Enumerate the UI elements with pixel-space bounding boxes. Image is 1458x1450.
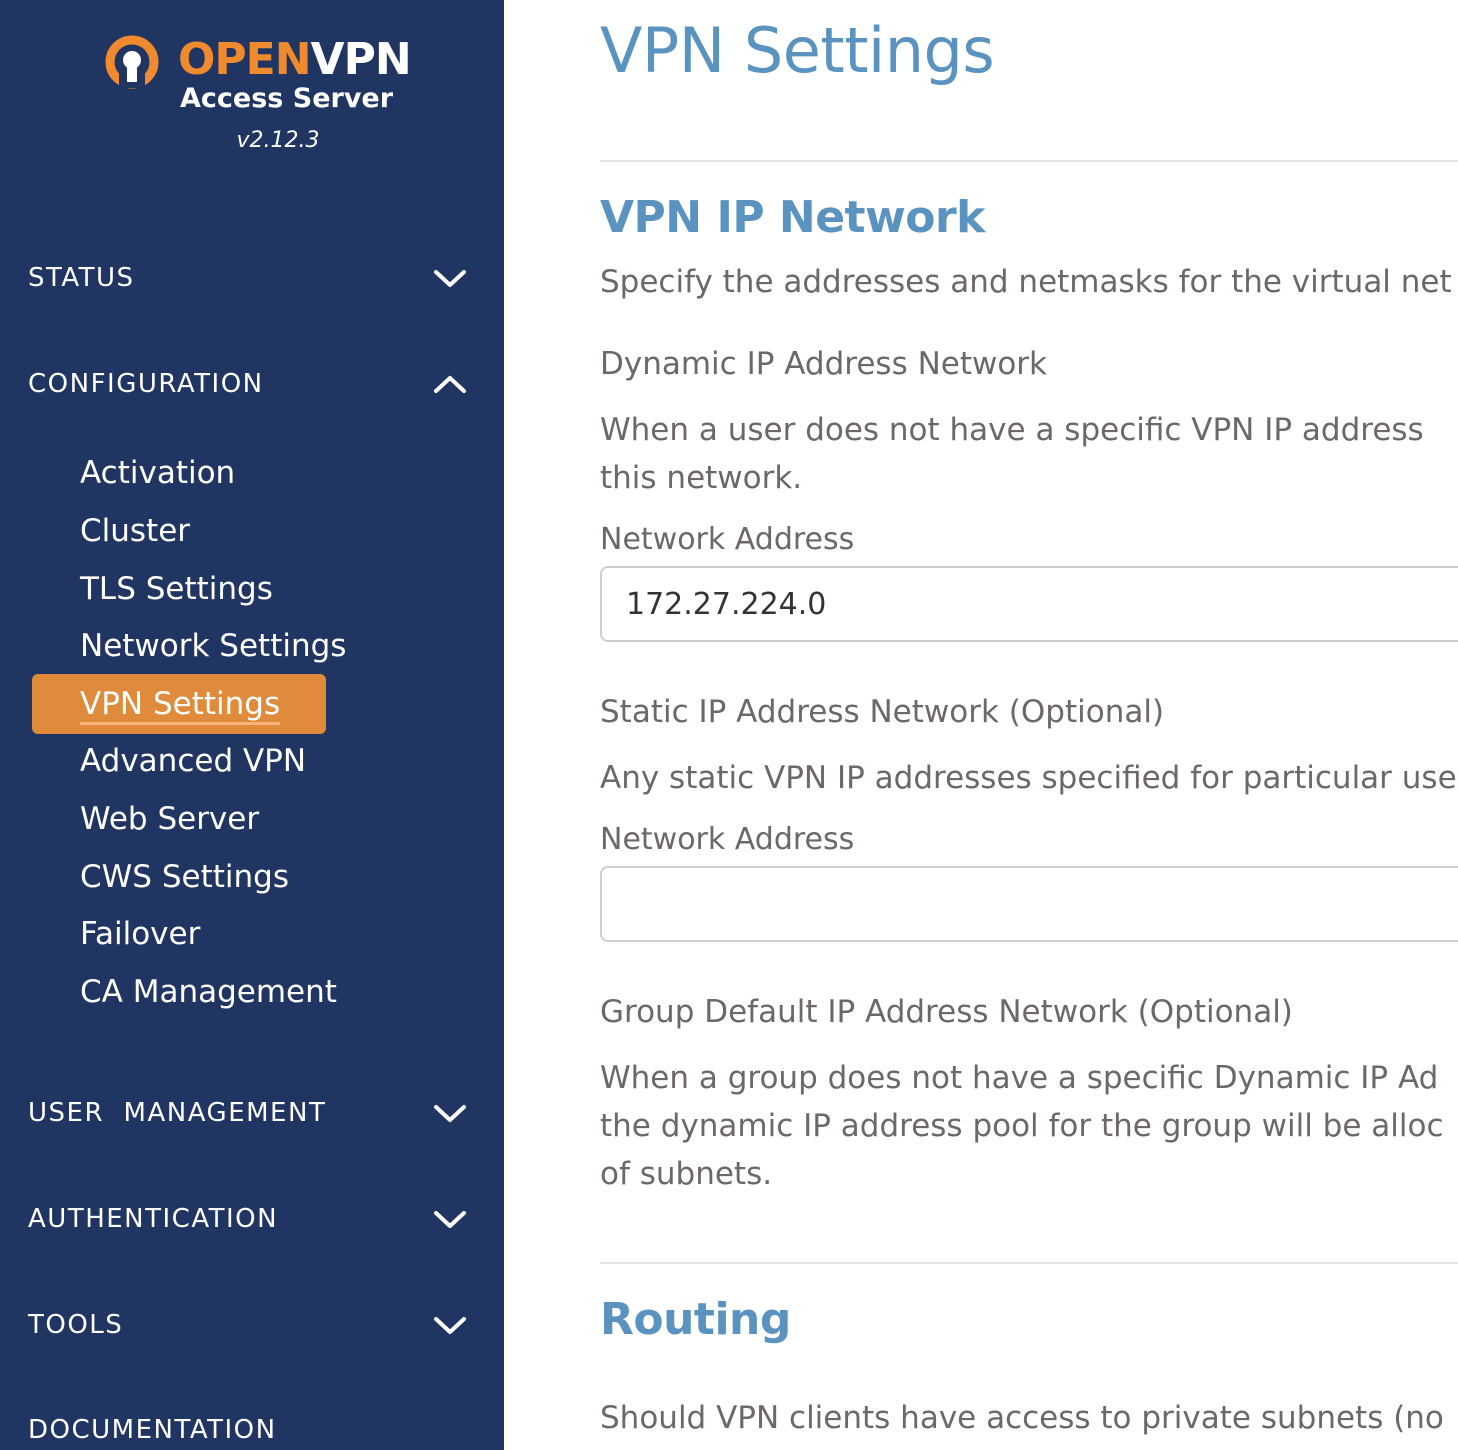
section-title-routing: Routing — [600, 1294, 791, 1345]
group-default-description-line3: of subnets. — [600, 1156, 773, 1192]
sidebar-item-cluster[interactable]: Cluster — [80, 506, 190, 556]
chevron-down-icon — [434, 1211, 466, 1228]
sidebar-item-cws-settings[interactable]: CWS Settings — [80, 852, 289, 902]
section-description: Specify the addresses and netmasks for t… — [600, 264, 1452, 300]
group-default-description-line2: the dynamic IP address pool for the grou… — [600, 1108, 1444, 1144]
chevron-up-icon — [434, 376, 466, 393]
sidebar-item-failover[interactable]: Failover — [80, 909, 200, 959]
logo-wordmark: OPENVPN — [178, 34, 412, 86]
nav-section-label: AUTHENTICATION — [28, 1204, 279, 1234]
page-title: VPN Settings — [600, 14, 995, 87]
dynamic-network-address-label: Network Address — [600, 522, 855, 557]
sidebar-item-vpn-settings[interactable]: VPN Settings — [80, 679, 280, 729]
chevron-down-icon — [434, 270, 466, 287]
sidebar-item-ca-management[interactable]: CA Management — [80, 967, 337, 1017]
section-title-vpn-ip-network: VPN IP Network — [600, 192, 985, 243]
nav-section-status[interactable]: STATUS — [28, 258, 478, 298]
logo-subtitle: Access Server — [180, 83, 394, 114]
dynamic-ip-title: Dynamic IP Address Network — [600, 346, 1048, 382]
chevron-down-icon — [434, 1317, 466, 1334]
divider — [600, 1262, 1458, 1264]
logo-word-vpn: VPN — [310, 34, 412, 85]
openvpn-logo-icon — [105, 35, 159, 89]
main-content: VPN Settings VPN IP Network Specify the … — [600, 0, 1458, 1450]
sidebar: OPENVPN Access Server v2.12.3 STATUS CON… — [0, 0, 504, 1450]
sidebar-item-network-settings[interactable]: Network Settings — [80, 621, 346, 671]
nav-section-label: DOCUMENTATION — [28, 1415, 277, 1445]
static-network-address-input[interactable] — [600, 866, 1458, 942]
sidebar-item-activation[interactable]: Activation — [80, 448, 235, 498]
openvpn-logo[interactable]: OPENVPN Access Server — [100, 30, 420, 120]
nav-section-label: TOOLS — [28, 1310, 124, 1340]
nav-section-label: USER MANAGEMENT — [28, 1098, 327, 1128]
group-default-ip-title: Group Default IP Address Network (Option… — [600, 994, 1293, 1030]
nav-section-documentation[interactable]: DOCUMENTATION — [28, 1410, 478, 1450]
version-label: v2.12.3 — [236, 128, 320, 153]
nav-section-label: CONFIGURATION — [28, 369, 264, 399]
nav-section-authentication[interactable]: AUTHENTICATION — [28, 1199, 478, 1239]
group-default-description-line1: When a group does not have a specific Dy… — [600, 1060, 1439, 1096]
static-ip-description: Any static VPN IP addresses specified fo… — [600, 760, 1457, 796]
dynamic-ip-description-line2: this network. — [600, 460, 803, 496]
divider — [600, 160, 1458, 162]
nav-section-label: STATUS — [28, 263, 135, 293]
dynamic-ip-description-line1: When a user does not have a specific VPN… — [600, 412, 1424, 448]
sidebar-item-tls-settings[interactable]: TLS Settings — [80, 564, 273, 614]
nav-section-configuration[interactable]: CONFIGURATION — [28, 364, 478, 404]
routing-description: Should VPN clients have access to privat… — [600, 1400, 1444, 1436]
nav-section-user-management[interactable]: USER MANAGEMENT — [28, 1093, 478, 1133]
dynamic-network-address-input[interactable] — [600, 566, 1458, 642]
sidebar-item-web-server[interactable]: Web Server — [80, 794, 259, 844]
static-network-address-label: Network Address — [600, 822, 855, 857]
static-ip-title: Static IP Address Network (Optional) — [600, 694, 1165, 730]
chevron-down-icon — [434, 1105, 466, 1122]
nav-section-tools[interactable]: TOOLS — [28, 1305, 478, 1345]
logo-word-open: OPEN — [178, 34, 312, 85]
sidebar-item-advanced-vpn[interactable]: Advanced VPN — [80, 736, 306, 786]
